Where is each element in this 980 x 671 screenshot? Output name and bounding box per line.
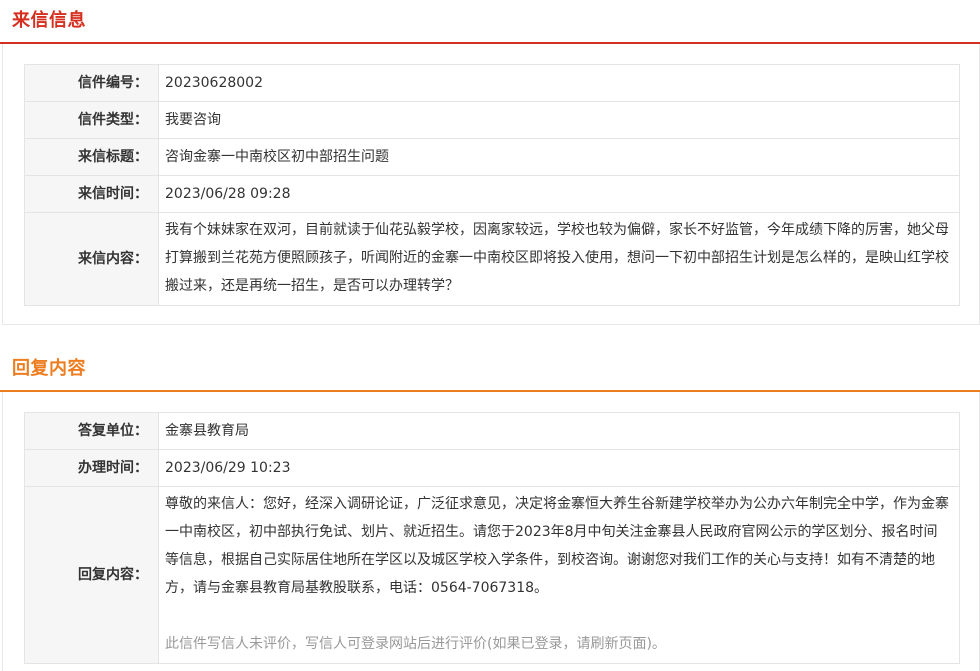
- letter-info-header: 来信信息: [0, 0, 980, 44]
- letter-content-label: 来信内容：: [24, 212, 159, 306]
- letter-time-label: 来信时间：: [24, 175, 159, 213]
- letter-number-row: 信件编号： 20230628002: [24, 64, 960, 102]
- letter-info-title: 来信信息: [12, 10, 86, 31]
- reply-unit-value: 金寨县教育局: [158, 412, 960, 450]
- reply-content-cell: 尊敬的来信人：您好，经深入调研论证，广泛征求意见，决定将金寨恒大养生谷新建学校举…: [158, 486, 960, 664]
- reply-time-label: 办理时间：: [24, 449, 159, 487]
- letter-subject-row: 来信标题： 咨询金寨一中南校区初中部招生问题: [24, 138, 960, 176]
- letter-content-value: 我有个妹妹家在双河，目前就读于仙花弘毅学校，因离家较远，学校也较为偏僻，家长不好…: [158, 212, 960, 306]
- letter-time-value: 2023/06/28 09:28: [158, 175, 960, 213]
- reply-time-value: 2023/06/29 10:23: [158, 449, 960, 487]
- reply-unit-label: 答复单位：: [24, 412, 159, 450]
- letter-time-row: 来信时间： 2023/06/28 09:28: [24, 175, 960, 213]
- reply-content-label: 回复内容：: [24, 486, 159, 664]
- letter-number-value: 20230628002: [158, 64, 960, 102]
- reply-divider: [0, 390, 980, 392]
- letter-type-value: 我要咨询: [158, 101, 960, 139]
- letter-info-section: 来信信息 信件编号： 20230628002 信件类型： 我要咨询 来信标题： …: [0, 0, 980, 325]
- reply-table: 答复单位： 金寨县教育局 办理时间： 2023/06/29 10:23 回复内容…: [24, 412, 960, 664]
- reply-header: 回复内容: [0, 348, 980, 392]
- reply-time-row: 办理时间： 2023/06/29 10:23: [24, 449, 960, 487]
- reply-title: 回复内容: [12, 358, 86, 379]
- reply-section: 回复内容 答复单位： 金寨县教育局 办理时间： 2023/06/29 10:23…: [0, 348, 980, 671]
- letter-subject-value: 咨询金寨一中南校区初中部招生问题: [158, 138, 960, 176]
- evaluation-note: 此信件写信人未评价，写信人可登录网站后进行评价(如果已登录，请刷新页面)。: [165, 636, 666, 652]
- letter-content-row: 来信内容： 我有个妹妹家在双河，目前就读于仙花弘毅学校，因离家较远，学校也较为偏…: [24, 212, 960, 306]
- letter-info-divider: [0, 42, 980, 44]
- reply-content-text: 尊敬的来信人：您好，经深入调研论证，广泛征求意见，决定将金寨恒大养生谷新建学校举…: [165, 496, 949, 596]
- letter-subject-label: 来信标题：: [24, 138, 159, 176]
- letter-info-table: 信件编号： 20230628002 信件类型： 我要咨询 来信标题： 咨询金寨一…: [24, 64, 960, 306]
- reply-unit-row: 答复单位： 金寨县教育局: [24, 412, 960, 450]
- letter-type-label: 信件类型：: [24, 101, 159, 139]
- letter-info-panel: 信件编号： 20230628002 信件类型： 我要咨询 来信标题： 咨询金寨一…: [2, 44, 980, 325]
- letter-number-label: 信件编号：: [24, 64, 159, 102]
- reply-panel: 答复单位： 金寨县教育局 办理时间： 2023/06/29 10:23 回复内容…: [2, 392, 980, 671]
- reply-content-row: 回复内容： 尊敬的来信人：您好，经深入调研论证，广泛征求意见，决定将金寨恒大养生…: [24, 486, 960, 664]
- letter-type-row: 信件类型： 我要咨询: [24, 101, 960, 139]
